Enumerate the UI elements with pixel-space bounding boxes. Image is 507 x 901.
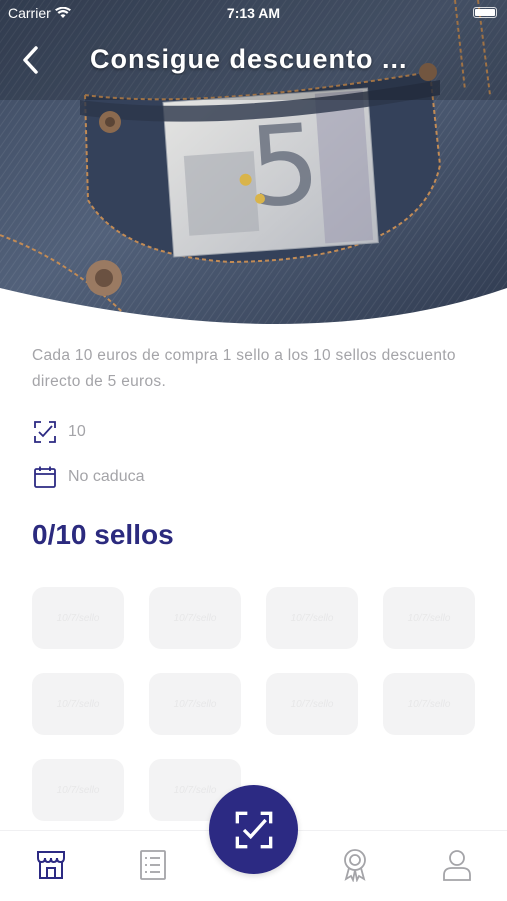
promotion-description: Cada 10 euros de compra 1 sello a los 10… <box>32 347 456 390</box>
stamp-slot: 10/7/sello <box>266 673 358 735</box>
stamp-slot: 10/7/sello <box>32 759 124 821</box>
stamp-slot: 10/7/sello <box>383 673 475 735</box>
stamp-slot: 10/7/sello <box>383 587 475 649</box>
tab-profile[interactable] <box>437 845 477 885</box>
stamp-progress: 0/10 sellos <box>32 519 174 550</box>
status-bar: Carrier 7:13 AM <box>0 0 507 28</box>
tab-list[interactable] <box>133 845 173 885</box>
battery-icon <box>473 7 497 18</box>
stamp-slot: 10/7/sello <box>149 587 241 649</box>
list-icon <box>140 850 166 880</box>
nav-bar: Consigue descuento ... <box>0 38 507 82</box>
back-button[interactable] <box>14 42 46 78</box>
tab-store[interactable] <box>31 845 71 885</box>
stamp-slot: 10/7/sello <box>32 673 124 735</box>
store-icon <box>37 851 65 879</box>
expiry-value: No caduca <box>68 468 145 485</box>
status-time: 7:13 AM <box>226 5 281 21</box>
tab-award[interactable] <box>335 845 375 885</box>
scan-stamp-icon <box>235 811 272 848</box>
stamp-slot: 10/7/sello <box>149 673 241 735</box>
chevron-left-icon <box>23 46 38 74</box>
stamp-slot: 10/7/sello <box>266 587 358 649</box>
stamp-slot: 10/7/sello <box>32 587 124 649</box>
page-title: Consigue descuento ... <box>90 44 408 74</box>
stamps-required-value: 10 <box>68 423 86 440</box>
scan-stamp-button[interactable] <box>209 785 298 874</box>
expiry-row: No caduca <box>32 464 145 490</box>
stamp-check-icon <box>32 419 58 445</box>
profile-icon <box>443 850 471 881</box>
stamps-required-row: 10 <box>32 419 86 445</box>
calendar-icon <box>32 464 58 490</box>
award-icon <box>344 849 366 882</box>
